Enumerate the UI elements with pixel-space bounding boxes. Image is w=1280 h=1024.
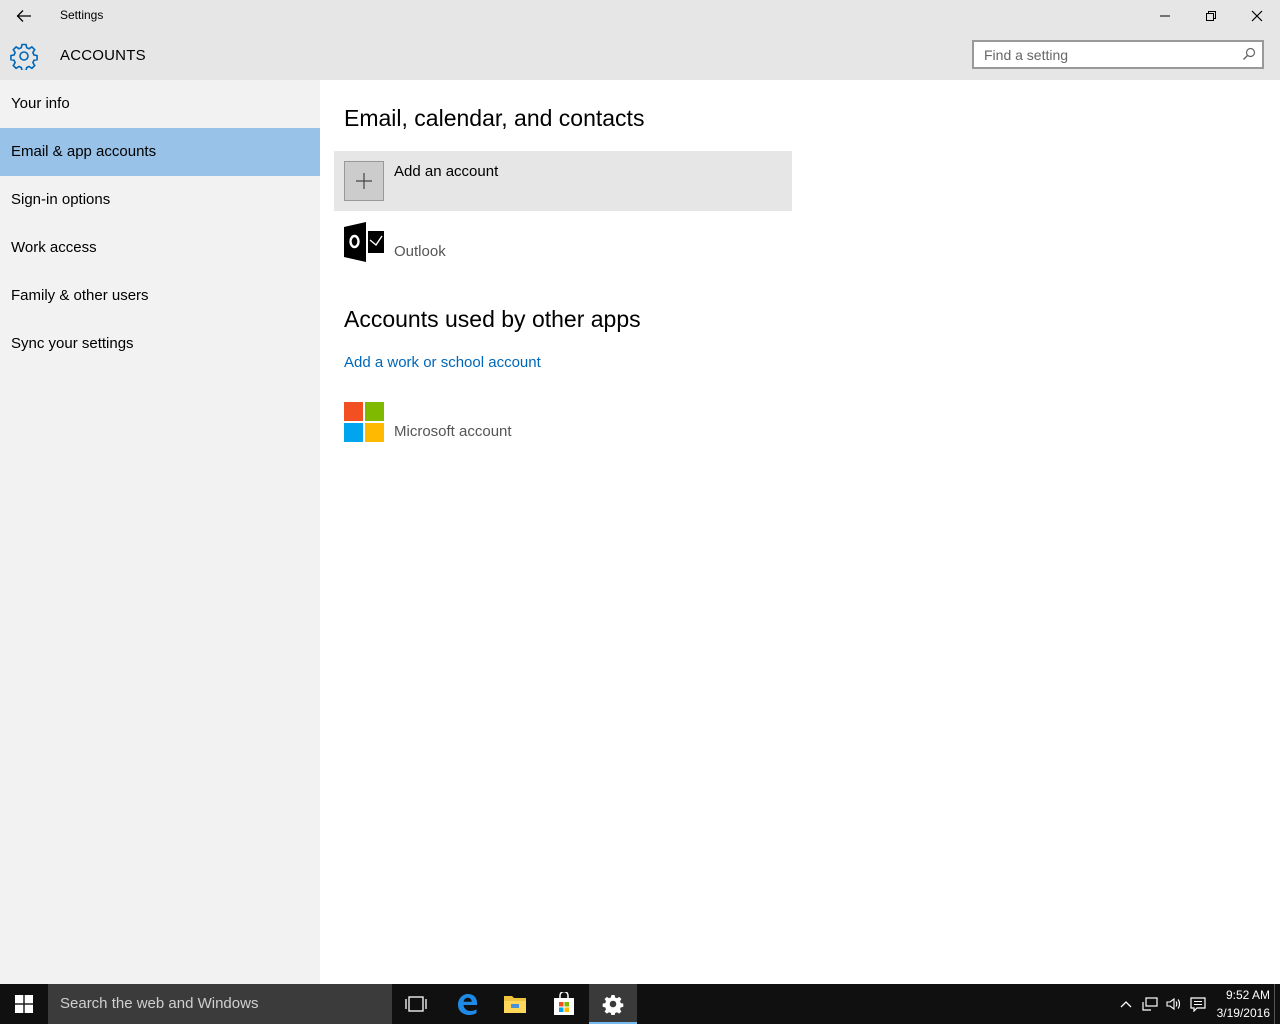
taskbar-clock[interactable]: 9:52 AM 3/19/2016 — [1206, 986, 1270, 1022]
settings-icon — [602, 994, 624, 1015]
restore-icon — [1206, 11, 1216, 21]
outlook-account-item[interactable]: Outlook — [344, 222, 744, 262]
sidebar-item-sync-settings[interactable]: Sync your settings — [0, 320, 320, 368]
email-calendar-contacts-heading: Email, calendar, and contacts — [344, 105, 645, 131]
settings-header: ACCOUNTS — [0, 32, 1280, 80]
sidebar-item-your-info[interactable]: Your info — [0, 80, 320, 128]
accounts-other-apps-heading: Accounts used by other apps — [344, 306, 641, 332]
chevron-up-icon — [1120, 1001, 1132, 1008]
edge-button[interactable] — [443, 984, 491, 1024]
search-box[interactable] — [972, 40, 1264, 69]
title-bar: Settings — [0, 0, 1280, 32]
add-account-label: Add an account — [394, 163, 499, 180]
show-hidden-icons-button[interactable] — [1118, 996, 1134, 1012]
sidebar-item-sign-in-options[interactable]: Sign-in options — [0, 176, 320, 224]
window-title: Settings — [60, 8, 104, 22]
clock-time: 9:52 AM — [1225, 988, 1270, 1002]
sidebar: Your info Email & app accounts Sign-in o… — [0, 80, 320, 984]
microsoft-account-label: Microsoft account — [394, 423, 512, 440]
store-button[interactable] — [540, 984, 588, 1024]
taskbar-search-text: Search the web and Windows — [60, 995, 259, 1012]
settings-taskbar-button[interactable] — [589, 984, 637, 1024]
sidebar-item-email-app-accounts[interactable]: Email & app accounts — [0, 128, 320, 176]
close-button[interactable] — [1234, 0, 1280, 32]
action-center-button[interactable] — [1190, 996, 1206, 1012]
edge-icon — [458, 994, 477, 1015]
taskbar-search-box[interactable]: Search the web and Windows — [48, 984, 392, 1024]
search-input[interactable] — [974, 42, 1234, 67]
clock-date: 3/19/2016 — [1216, 1006, 1270, 1020]
microsoft-account-item[interactable]: Microsoft account — [344, 402, 744, 442]
notification-icon — [1190, 996, 1206, 1012]
windows-logo-icon — [15, 995, 33, 1013]
search-icon[interactable] — [1242, 47, 1256, 61]
volume-icon — [1166, 997, 1181, 1011]
minimize-icon — [1160, 15, 1170, 17]
file-explorer-button[interactable] — [491, 984, 539, 1024]
store-icon — [554, 992, 574, 1015]
volume-button[interactable] — [1166, 996, 1182, 1012]
task-view-button[interactable] — [392, 984, 440, 1024]
sidebar-item-work-access[interactable]: Work access — [0, 224, 320, 272]
file-explorer-icon — [504, 996, 526, 1013]
show-desktop-button[interactable] — [1274, 984, 1280, 1024]
main-content: Email, calendar, and contacts Add an acc… — [320, 80, 1280, 984]
network-icon — [1142, 997, 1158, 1011]
outlook-label: Outlook — [394, 243, 446, 260]
back-button[interactable] — [8, 4, 40, 28]
add-work-school-account-link[interactable]: Add a work or school account — [344, 354, 541, 371]
back-arrow-icon — [16, 10, 31, 22]
plus-icon — [344, 161, 384, 201]
start-button[interactable] — [0, 984, 48, 1024]
page-title: ACCOUNTS — [60, 47, 146, 64]
close-icon — [1251, 10, 1263, 22]
add-account-button[interactable]: Add an account — [334, 151, 792, 211]
network-button[interactable] — [1142, 996, 1158, 1012]
microsoft-logo-icon — [344, 402, 384, 442]
sidebar-item-family-other-users[interactable]: Family & other users — [0, 272, 320, 320]
taskbar: Search the web and Windows 9:52 AM 3/19/… — [0, 984, 1280, 1024]
gear-icon — [10, 43, 38, 70]
restore-button[interactable] — [1188, 0, 1234, 32]
minimize-button[interactable] — [1142, 0, 1188, 32]
task-view-icon — [405, 996, 427, 1012]
outlook-icon — [344, 222, 384, 262]
